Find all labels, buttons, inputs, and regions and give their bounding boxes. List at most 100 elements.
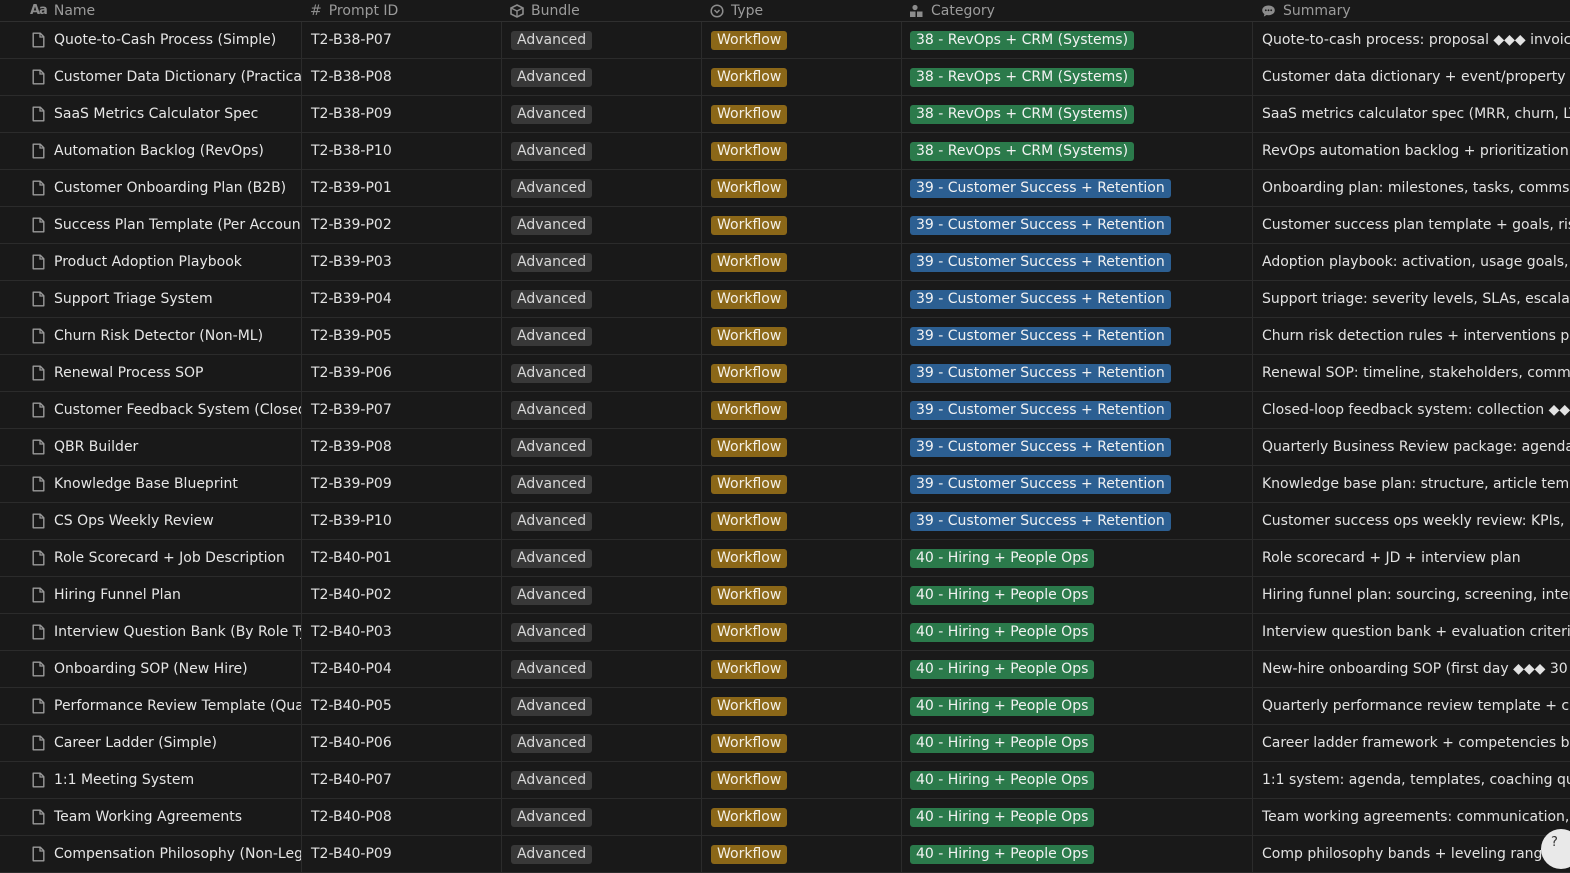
prompt-id-cell[interactable]: T2-B40-P04 (301, 651, 501, 687)
prompt-id-cell[interactable]: T2-B40-P01 (301, 540, 501, 576)
bundle-cell[interactable]: Advanced (501, 59, 701, 95)
row-name[interactable]: CS Ops Weekly Review (54, 513, 214, 529)
name-cell[interactable]: Customer Onboarding Plan (B2B) (22, 170, 301, 206)
type-cell[interactable]: Workflow (701, 244, 901, 280)
row-name[interactable]: Product Adoption Playbook (54, 254, 242, 270)
prompt-id-cell[interactable]: T2-B39-P03 (301, 244, 501, 280)
row-name[interactable]: Renewal Process SOP (54, 365, 203, 381)
category-cell[interactable]: 39 - Customer Success + Retention (901, 355, 1252, 391)
name-cell[interactable]: QBR Builder (22, 429, 301, 465)
category-cell[interactable]: 39 - Customer Success + Retention (901, 503, 1252, 539)
summary-cell[interactable]: Adoption playbook: activation, usage goa… (1252, 244, 1570, 280)
table-row[interactable]: Automation Backlog (RevOps) T2-B38-P10 Adv… (0, 133, 1570, 170)
name-cell[interactable]: Product Adoption Playbook (22, 244, 301, 280)
summary-cell[interactable]: New-hire onboarding SOP (first day ◆◆◆ 3… (1252, 651, 1570, 687)
row-name[interactable]: Automation Backlog (RevOps) (54, 143, 264, 159)
summary-cell[interactable]: Career ladder framework + competencies b… (1252, 725, 1570, 761)
type-cell[interactable]: Workflow (701, 355, 901, 391)
summary-cell[interactable]: Quote-to-cash process: proposal ◆◆◆ invo… (1252, 22, 1570, 58)
name-cell[interactable]: Hiring Funnel Plan (22, 577, 301, 613)
type-cell[interactable]: Workflow (701, 318, 901, 354)
summary-cell[interactable]: Team working agreements: communication, … (1252, 799, 1570, 835)
category-cell[interactable]: 38 - RevOps + CRM (Systems) (901, 133, 1252, 169)
bundle-cell[interactable]: Advanced (501, 133, 701, 169)
bundle-cell[interactable]: Advanced (501, 651, 701, 687)
type-cell[interactable]: Workflow (701, 577, 901, 613)
bundle-cell[interactable]: Advanced (501, 614, 701, 650)
summary-cell[interactable]: Role scorecard + JD + interview plan (1252, 540, 1570, 576)
bundle-cell[interactable]: Advanced (501, 725, 701, 761)
name-cell[interactable]: Customer Data Dictionary (Practical) (22, 59, 301, 95)
category-cell[interactable]: 40 - Hiring + People Ops (901, 577, 1252, 613)
type-cell[interactable]: Workflow (701, 133, 901, 169)
bundle-cell[interactable]: Advanced (501, 466, 701, 502)
table-row[interactable]: Success Plan Template (Per Account) T2-B3… (0, 207, 1570, 244)
name-cell[interactable]: Quote-to-Cash Process (Simple) (22, 22, 301, 58)
summary-cell[interactable]: Churn risk detection rules + interventio… (1252, 318, 1570, 354)
type-cell[interactable]: Workflow (701, 22, 901, 58)
name-cell[interactable]: Knowledge Base Blueprint (22, 466, 301, 502)
row-name[interactable]: Career Ladder (Simple) (54, 735, 217, 751)
name-cell[interactable]: CS Ops Weekly Review (22, 503, 301, 539)
row-name[interactable]: Knowledge Base Blueprint (54, 476, 238, 492)
summary-cell[interactable]: Interview question bank + evaluation cri… (1252, 614, 1570, 650)
category-cell[interactable]: 38 - RevOps + CRM (Systems) (901, 96, 1252, 132)
table-row[interactable]: Onboarding SOP (New Hire) T2-B40-P04 Advan… (0, 651, 1570, 688)
table-row[interactable]: 1:1 Meeting System T2-B40-P07 Advanced Work… (0, 762, 1570, 799)
type-cell[interactable]: Workflow (701, 540, 901, 576)
column-header-prompt-id[interactable]: # Prompt ID (301, 0, 501, 21)
row-name[interactable]: 1:1 Meeting System (54, 772, 194, 788)
type-cell[interactable]: Workflow (701, 614, 901, 650)
type-cell[interactable]: Workflow (701, 96, 901, 132)
bundle-cell[interactable]: Advanced (501, 762, 701, 798)
table-row[interactable]: Role Scorecard + Job Description T2-B40-P… (0, 540, 1570, 577)
summary-cell[interactable]: Customer success ops weekly review: KPIs… (1252, 503, 1570, 539)
row-name[interactable]: Customer Onboarding Plan (B2B) (54, 180, 286, 196)
prompt-id-cell[interactable]: T2-B40-P07 (301, 762, 501, 798)
category-cell[interactable]: 39 - Customer Success + Retention (901, 170, 1252, 206)
category-cell[interactable]: 40 - Hiring + People Ops (901, 540, 1252, 576)
name-cell[interactable]: Support Triage System (22, 281, 301, 317)
type-cell[interactable]: Workflow (701, 392, 901, 428)
bundle-cell[interactable]: Advanced (501, 207, 701, 243)
summary-cell[interactable]: Onboarding plan: milestones, tasks, comm… (1252, 170, 1570, 206)
column-header-type[interactable]: Type (701, 0, 901, 21)
table-row[interactable]: Performance Review Template (Quarterly) T… (0, 688, 1570, 725)
table-row[interactable]: Hiring Funnel Plan T2-B40-P02 Advanced Work… (0, 577, 1570, 614)
name-cell[interactable]: Career Ladder (Simple) (22, 725, 301, 761)
summary-cell[interactable]: Quarterly Business Review package: agend… (1252, 429, 1570, 465)
prompt-id-cell[interactable]: T2-B40-P06 (301, 725, 501, 761)
type-cell[interactable]: Workflow (701, 503, 901, 539)
summary-cell[interactable]: Renewal SOP: timeline, stakeholders, com… (1252, 355, 1570, 391)
prompt-id-cell[interactable]: T2-B39-P06 (301, 355, 501, 391)
bundle-cell[interactable]: Advanced (501, 540, 701, 576)
prompt-id-cell[interactable]: T2-B39-P05 (301, 318, 501, 354)
summary-cell[interactable]: Hiring funnel plan: sourcing, screening,… (1252, 577, 1570, 613)
category-cell[interactable]: 40 - Hiring + People Ops (901, 725, 1252, 761)
column-header-summary[interactable]: Summary (1252, 0, 1570, 21)
type-cell[interactable]: Workflow (701, 281, 901, 317)
prompt-id-cell[interactable]: T2-B38-P09 (301, 96, 501, 132)
row-name[interactable]: Churn Risk Detector (Non-ML) (54, 328, 263, 344)
table-row[interactable]: Support Triage System T2-B39-P04 Advanced W… (0, 281, 1570, 318)
type-cell[interactable]: Workflow (701, 59, 901, 95)
column-header-category[interactable]: Category (901, 0, 1252, 21)
bundle-cell[interactable]: Advanced (501, 355, 701, 391)
row-name[interactable]: Quote-to-Cash Process (Simple) (54, 32, 276, 48)
category-cell[interactable]: 39 - Customer Success + Retention (901, 318, 1252, 354)
prompt-id-cell[interactable]: T2-B40-P02 (301, 577, 501, 613)
table-row[interactable]: Renewal Process SOP T2-B39-P06 Advanced Wor… (0, 355, 1570, 392)
table-row[interactable]: CS Ops Weekly Review T2-B39-P10 Advanced Wo… (0, 503, 1570, 540)
prompt-id-cell[interactable]: T2-B40-P08 (301, 799, 501, 835)
name-cell[interactable]: Interview Question Bank (By Role Type) (22, 614, 301, 650)
prompt-id-cell[interactable]: T2-B40-P03 (301, 614, 501, 650)
prompt-id-cell[interactable]: T2-B38-P07 (301, 22, 501, 58)
type-cell[interactable]: Workflow (701, 725, 901, 761)
table-row[interactable]: Customer Data Dictionary (Practical) T2-B… (0, 59, 1570, 96)
type-cell[interactable]: Workflow (701, 799, 901, 835)
row-name[interactable]: Hiring Funnel Plan (54, 587, 181, 603)
summary-cell[interactable]: RevOps automation backlog + prioritizati… (1252, 133, 1570, 169)
table-row[interactable]: Product Adoption Playbook T2-B39-P03 Advan… (0, 244, 1570, 281)
bundle-cell[interactable]: Advanced (501, 836, 701, 872)
name-cell[interactable]: Performance Review Template (Quarterly) (22, 688, 301, 724)
